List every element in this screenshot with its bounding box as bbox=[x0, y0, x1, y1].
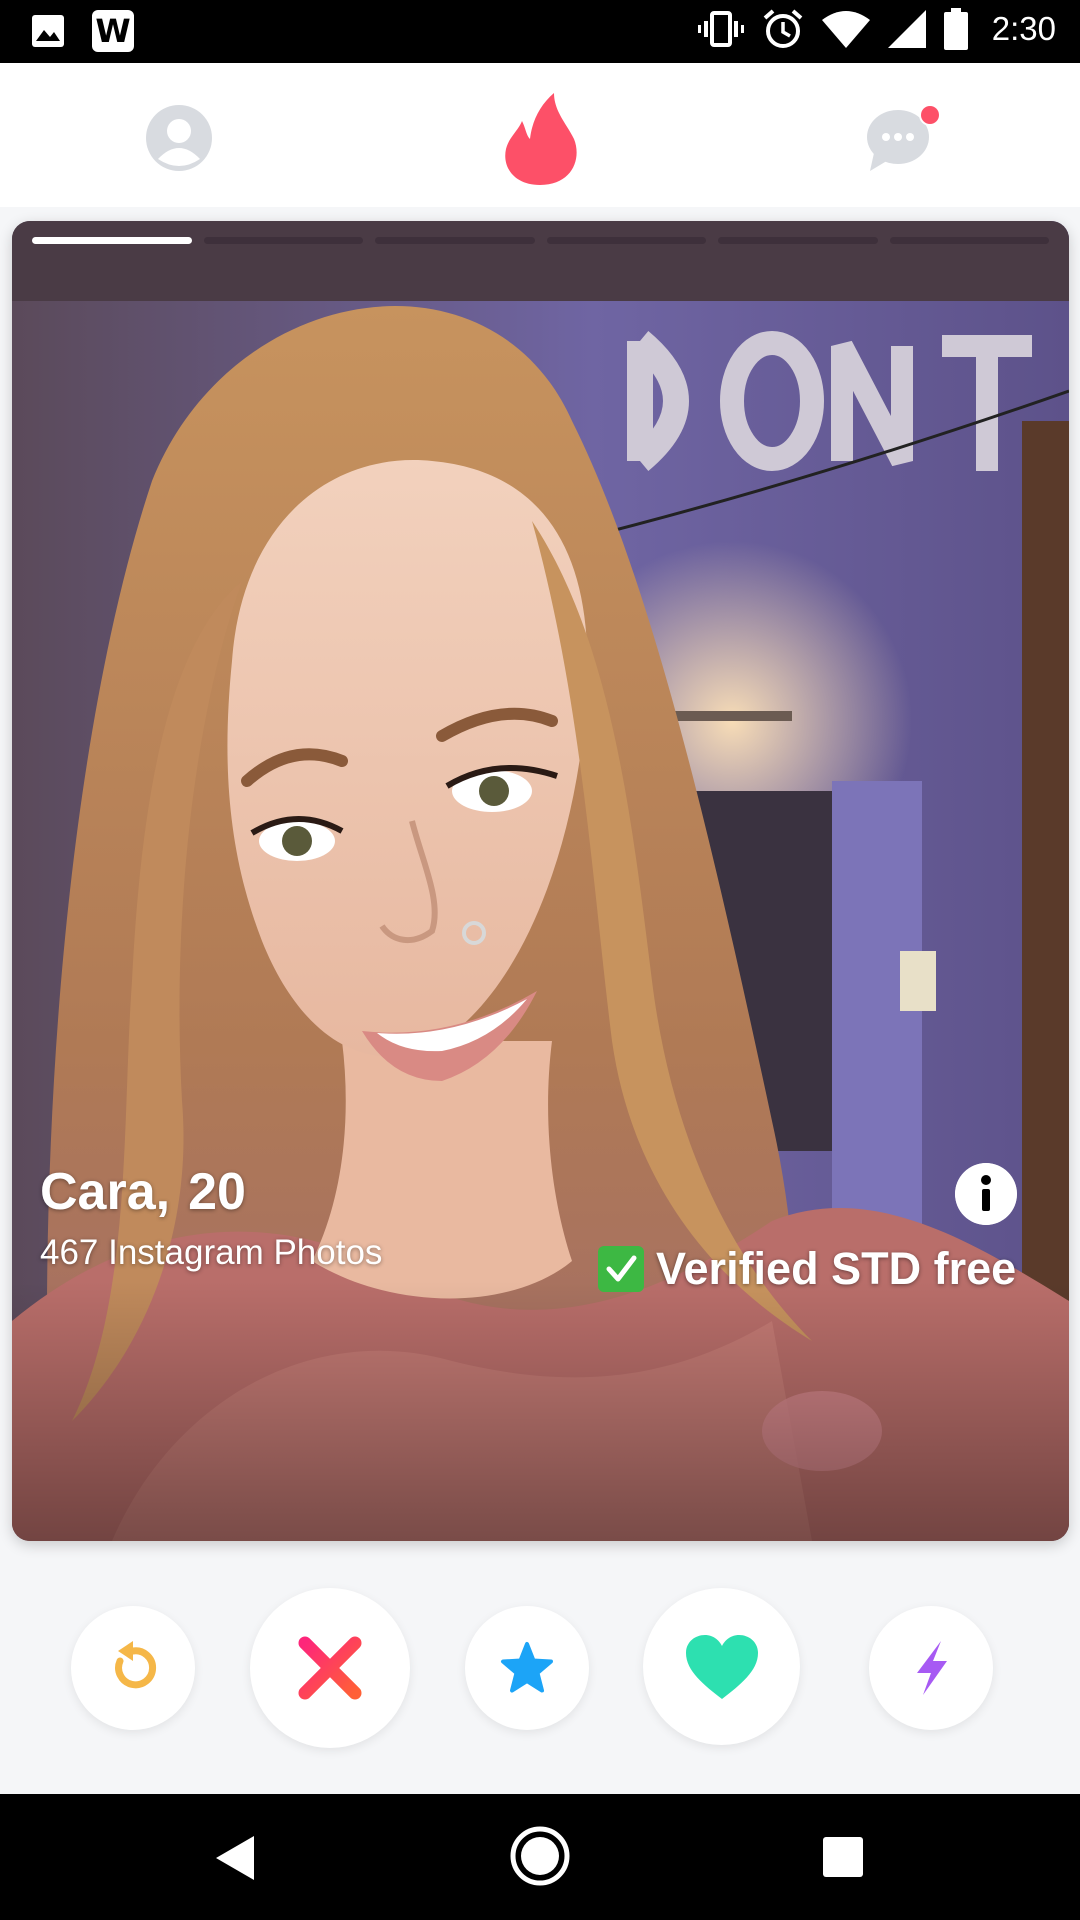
check-mark-icon bbox=[598, 1246, 644, 1292]
flame-icon[interactable] bbox=[502, 93, 578, 185]
rewind-button[interactable] bbox=[71, 1606, 195, 1730]
heart-icon bbox=[685, 1634, 758, 1699]
info-icon[interactable] bbox=[955, 1163, 1017, 1225]
photo-progress bbox=[32, 237, 1049, 245]
notification-dot bbox=[921, 106, 939, 124]
status-time: 2:30 bbox=[991, 10, 1056, 47]
profile-card[interactable] bbox=[12, 221, 1069, 1541]
progress-segment bbox=[718, 237, 878, 244]
back-icon[interactable] bbox=[214, 1834, 256, 1882]
x-icon bbox=[298, 1636, 362, 1700]
verified-text: Verified STD free bbox=[656, 1243, 1017, 1294]
star-icon bbox=[501, 1642, 553, 1693]
vibrate-icon bbox=[697, 11, 744, 47]
home-icon[interactable] bbox=[508, 1824, 572, 1888]
profile-subtitle: 467 Instagram Photos bbox=[40, 1233, 383, 1272]
android-nav-bar bbox=[0, 1794, 1080, 1920]
like-button[interactable] bbox=[643, 1588, 800, 1745]
wifi-icon bbox=[821, 11, 870, 48]
profile-age: 20 bbox=[188, 1163, 246, 1221]
progress-segment bbox=[32, 237, 192, 244]
profile-name: Cara, bbox=[40, 1163, 171, 1221]
chat-icon[interactable] bbox=[866, 103, 942, 175]
profile-icon[interactable] bbox=[146, 105, 212, 171]
status-bar: W 2:30 bbox=[0, 0, 1080, 63]
super-like-button[interactable] bbox=[465, 1606, 589, 1730]
image-icon bbox=[32, 15, 64, 47]
verified-badge: Verified STD free bbox=[598, 1243, 1016, 1295]
progress-segment bbox=[546, 237, 706, 244]
alarm-icon bbox=[763, 9, 803, 48]
nope-button[interactable] bbox=[250, 1588, 410, 1748]
profile-name-line: Cara, 20 bbox=[40, 1162, 246, 1222]
w-app-icon: W bbox=[92, 10, 134, 52]
card-bottom-gradient bbox=[12, 1281, 1069, 1541]
progress-segment bbox=[203, 237, 363, 244]
battery-icon bbox=[943, 8, 968, 50]
rewind-icon bbox=[115, 1641, 157, 1689]
signal-icon bbox=[887, 10, 926, 48]
top-nav bbox=[0, 63, 1080, 207]
action-bar bbox=[0, 1560, 1080, 1760]
recents-icon[interactable] bbox=[823, 1837, 863, 1877]
progress-segment bbox=[375, 237, 535, 244]
bolt-icon bbox=[917, 1641, 947, 1695]
progress-segment bbox=[889, 237, 1049, 244]
boost-button[interactable] bbox=[869, 1606, 993, 1730]
status-right-icons: 2:30 bbox=[697, 8, 1056, 50]
status-left-icons: W bbox=[30, 10, 134, 52]
